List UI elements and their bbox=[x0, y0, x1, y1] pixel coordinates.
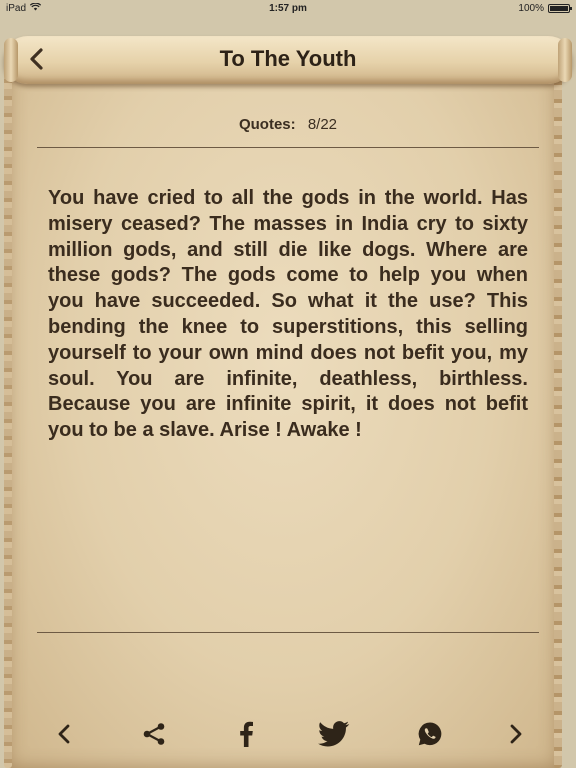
facebook-button[interactable] bbox=[226, 712, 266, 756]
twitter-button[interactable] bbox=[314, 712, 354, 756]
share-button[interactable] bbox=[134, 712, 174, 756]
battery-percent: 100% bbox=[518, 3, 544, 14]
battery-icon bbox=[548, 4, 572, 13]
whatsapp-button[interactable] bbox=[410, 712, 450, 756]
facebook-icon bbox=[240, 721, 253, 747]
page-title: To The Youth bbox=[219, 46, 357, 71]
quote-counter: Quotes: 8/22 bbox=[0, 116, 576, 133]
bottom-toolbar bbox=[0, 712, 576, 756]
share-icon bbox=[143, 723, 165, 745]
quote-counter-label: Quotes: bbox=[238, 116, 296, 133]
status-right: 100% bbox=[518, 3, 572, 14]
quote-text: You have cried to all the gods in the wo… bbox=[48, 187, 528, 442]
previous-button[interactable] bbox=[44, 712, 84, 756]
next-icon bbox=[510, 724, 522, 744]
top-divider bbox=[37, 147, 539, 148]
status-time: 1:57 pm bbox=[269, 3, 307, 14]
next-button[interactable] bbox=[496, 712, 536, 756]
status-bar: iPad 1:57 pm 100% bbox=[0, 0, 576, 18]
quote-counter-value: 8/22 bbox=[307, 116, 338, 133]
bottom-divider bbox=[37, 632, 539, 633]
whatsapp-icon bbox=[418, 722, 442, 746]
twitter-icon bbox=[318, 721, 350, 747]
previous-icon bbox=[58, 724, 70, 744]
